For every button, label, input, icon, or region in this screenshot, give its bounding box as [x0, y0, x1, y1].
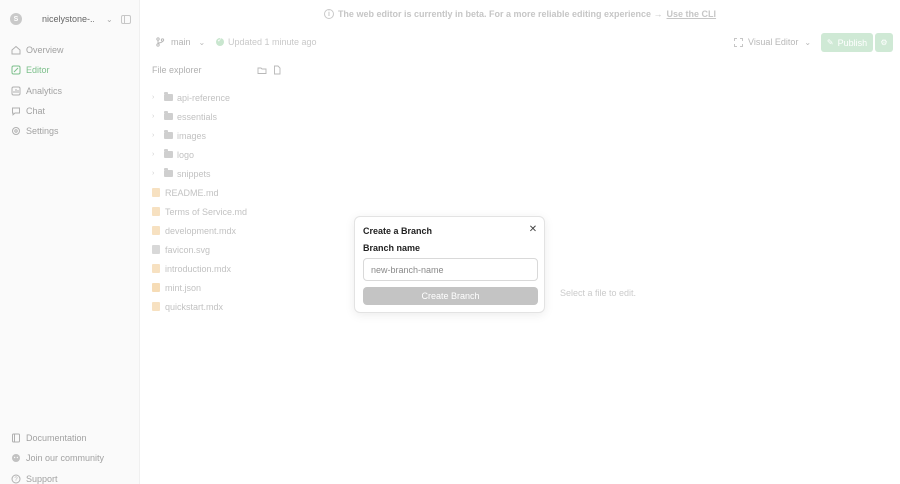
- branch-name-label: Branch name: [363, 243, 421, 253]
- branch-name-input[interactable]: [363, 258, 538, 281]
- create-branch-button[interactable]: Create Branch: [363, 287, 538, 305]
- create-branch-dialog: Create a Branch ✕ Branch name Create Bra…: [354, 216, 545, 313]
- close-icon[interactable]: ✕: [528, 225, 538, 235]
- dialog-title: Create a Branch: [363, 226, 433, 236]
